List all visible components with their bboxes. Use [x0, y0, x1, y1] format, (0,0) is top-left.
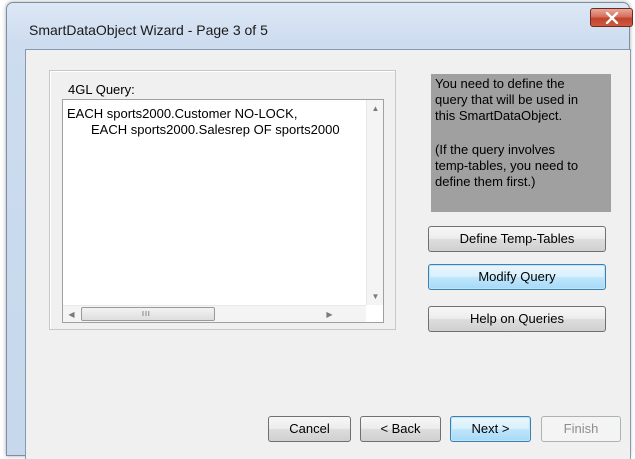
query-editor[interactable]: EACH sports2000.Customer NO-LOCK, EACH s…: [62, 99, 384, 323]
scroll-right-icon[interactable]: ▶: [321, 306, 338, 322]
info-line-3: this SmartDataObject.: [435, 108, 563, 123]
scroll-down-icon[interactable]: ▼: [367, 288, 383, 305]
query-group-box: 4GL Query: EACH sports2000.Customer NO-L…: [49, 70, 396, 330]
info-line-7: define them first.): [435, 174, 536, 189]
scroll-up-icon[interactable]: ▲: [367, 100, 383, 117]
cancel-button[interactable]: Cancel: [268, 416, 351, 442]
define-temp-tables-button[interactable]: Define Temp-Tables: [428, 226, 606, 252]
finish-button[interactable]: Finish: [541, 416, 621, 442]
wizard-client-area: 4GL Query: EACH sports2000.Customer NO-L…: [25, 49, 631, 459]
window-frame: SmartDataObject Wizard - Page 3 of 5 4GL…: [6, 2, 633, 459]
info-line-6: temp-tables, you need to: [435, 158, 579, 173]
window-title: SmartDataObject Wizard - Page 3 of 5: [29, 22, 268, 38]
query-line-1: EACH sports2000.Customer NO-LOCK,: [67, 106, 298, 121]
help-on-queries-button[interactable]: Help on Queries: [428, 306, 606, 332]
info-panel: You need to define the query that will b…: [431, 74, 611, 212]
modify-query-button[interactable]: Modify Query: [428, 264, 606, 290]
horizontal-scrollbar[interactable]: ◀ III ▶: [63, 305, 366, 322]
info-line-2: query that will be used in: [435, 92, 579, 107]
wizard-window: SmartDataObject Wizard - Page 3 of 5 4GL…: [0, 0, 635, 459]
info-line-1: You need to define the: [435, 76, 565, 91]
scroll-grip-icon: III: [142, 311, 151, 318]
close-button[interactable]: [590, 8, 633, 27]
query-line-2: EACH sports2000.Salesrep OF sports2000: [91, 122, 340, 137]
vertical-scrollbar[interactable]: ▲ ▼: [366, 100, 383, 305]
info-line-5: (If the query involves: [435, 142, 555, 157]
scroll-left-icon[interactable]: ◀: [63, 306, 80, 322]
query-label: 4GL Query:: [68, 82, 135, 97]
next-button[interactable]: Next >: [450, 416, 531, 442]
close-x-icon: [605, 12, 619, 24]
horizontal-scroll-thumb[interactable]: III: [81, 307, 215, 321]
back-button[interactable]: < Back: [360, 416, 441, 442]
